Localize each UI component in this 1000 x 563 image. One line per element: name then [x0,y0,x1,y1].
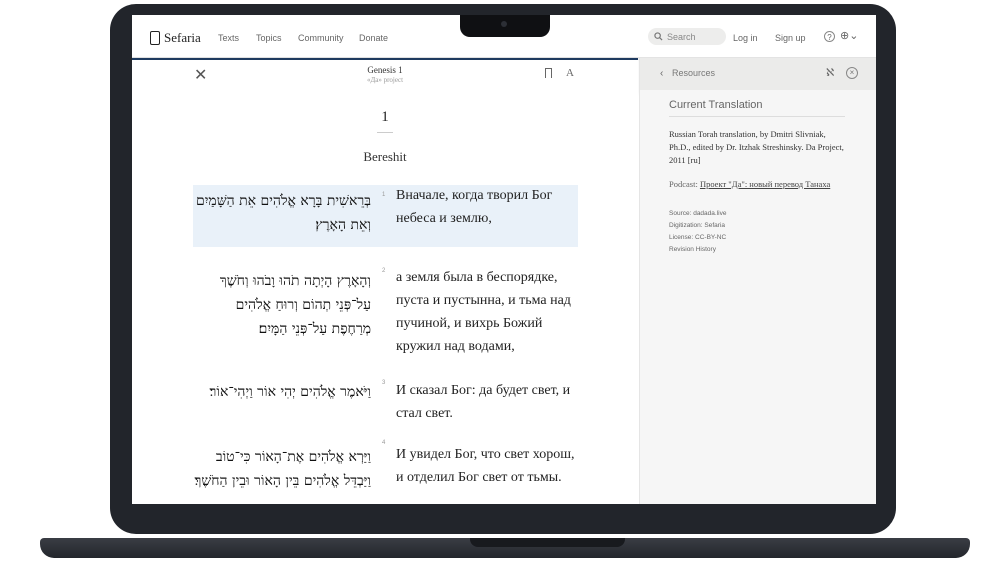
search-input[interactable]: Search [648,28,726,45]
digitization-line: Digitization: Sefaria [669,222,725,229]
verse-russian: а земля была в беспорядке, пуста и пусты… [396,270,571,354]
verse-russian: И увидел Бог, что свет хорош, и отделил … [396,447,575,485]
search-icon [654,32,663,41]
sefaria-logo[interactable]: Sefaria [150,30,201,46]
bookmark-icon[interactable] [545,68,552,78]
alef-language-icon[interactable]: ℵ [826,66,834,79]
verse-hebrew: וְהָאָרֶץ הָיְתָה תֹהוּ וָבֹהוּ וְחֹשֶׁך… [219,273,371,337]
verse-number: 2 [382,268,386,274]
search-placeholder: Search [667,31,696,42]
verse-hebrew: וַיַּרְא אֱלֹהִים אֶת־הָאוֹר כִּי־טוֹב ו… [194,449,371,489]
revision-history-link[interactable]: Revision History [669,246,716,253]
current-translation-heading: Current Translation [669,99,763,111]
verse-4[interactable]: וַיַּרְא אֱלֹהִים אֶת־הָאוֹר כִּי־טוֹב ו… [193,433,578,504]
webcam-icon [501,21,507,27]
close-panel-icon[interactable]: × [846,67,858,79]
podcast-label: Podcast: [669,179,700,189]
laptop-base [40,538,970,558]
podcast-line: Podcast: Проект "Да": новый перевод Тана… [669,179,849,190]
divider [669,116,845,117]
chapter-divider [377,132,393,133]
camera-notch [460,15,550,37]
verse-number: 1 [382,192,386,198]
podcast-link[interactable]: Проект "Да": новый перевод Танаха [700,179,830,189]
screen: Sefaria Texts Topics Community Donate Se… [132,15,876,504]
logo-text: Sefaria [164,30,201,45]
verse-3[interactable]: וַיֹּאמֶר אֱלֹהִים יְהִי אוֹר וַיְהִי־או… [193,373,578,423]
license-line[interactable]: License: CC-BY-NC [669,234,726,241]
resources-panel: ‹ Resources ℵ × Current Translation Russ… [639,58,876,504]
laptop-groove [470,538,625,547]
chevron-left-icon[interactable]: ‹ [660,68,663,79]
resources-header: ‹ Resources ℵ × [640,58,876,90]
logo-icon [150,31,160,45]
translation-description: Russian Torah translation, by Dmitri Sli… [669,129,844,165]
source-line[interactable]: Source: dadada.live [669,210,726,217]
verse-russian: И сказал Бог: да будет свет, и стал свет… [396,383,571,421]
book-title[interactable]: Genesis 1 [132,65,638,75]
translation-name: «Да» project [366,76,404,84]
verse-russian: Вначале, когда творил Бог небеса и землю… [396,188,553,226]
verse-hebrew: וַיֹּאמֶר אֱלֹהִים יְהִי אוֹר וַיְהִי־או… [209,384,372,400]
language-globe-icon[interactable]: ⊕⌄ [840,31,858,42]
text-column: 1 Bereshit בְּרֵאשִׁית בָּרָא אֱלֹהִים א… [132,91,638,504]
reader-header: ✕ Genesis 1 «Да» project A [132,58,638,93]
section-title: Bereshit [363,149,407,164]
nav-topics[interactable]: Topics [256,33,282,43]
verse-number: 4 [382,440,386,446]
nav-texts[interactable]: Texts [218,33,239,43]
resources-back-button[interactable]: Resources [672,68,715,78]
display-settings-button[interactable]: A [566,67,574,79]
chapter-number: 1 [381,109,389,125]
nav-donate[interactable]: Donate [359,33,388,43]
nav-community[interactable]: Community [298,33,344,43]
signup-link[interactable]: Sign up [775,33,806,43]
verse-hebrew: בְּרֵאשִׁית בָּרָא אֱלֹהִים אֵת הַשָּׁמַ… [196,193,371,233]
verse-1[interactable]: בְּרֵאשִׁית בָּרָא אֱלֹהִים אֵת הַשָּׁמַ… [193,185,578,247]
verse-2[interactable]: וְהָאָרֶץ הָיְתָה תֹהוּ וָבֹהוּ וְחֹשֶׁך… [193,261,578,361]
login-link[interactable]: Log in [733,33,758,43]
help-icon[interactable]: ? [824,31,835,42]
verse-number: 3 [382,380,386,386]
